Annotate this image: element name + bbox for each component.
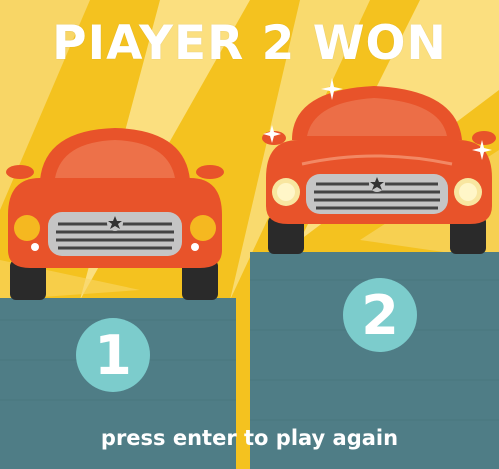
winner-title: PIAYER 2 WON — [52, 16, 447, 71]
rank-badge-1: 1 — [76, 318, 150, 392]
podium-scene: 1 2 PIAYER 2 WON press enter to play aga… — [0, 0, 499, 469]
rank-badge-2: 2 — [343, 278, 417, 352]
sparkle-icon — [263, 125, 281, 143]
rank-label-1: 1 — [94, 323, 132, 387]
sparkle-icon — [321, 78, 492, 160]
rank-label-2: 2 — [361, 283, 399, 347]
red-car-icon — [6, 128, 224, 300]
play-again-prompt[interactable]: press enter to play again — [0, 426, 499, 450]
